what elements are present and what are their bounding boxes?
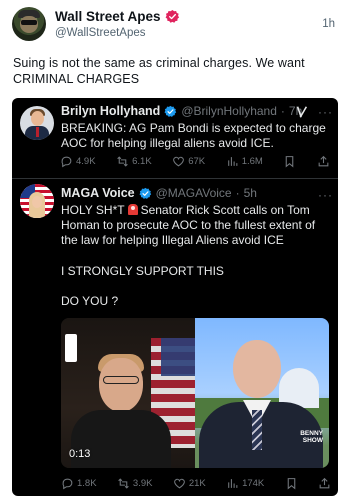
author-handle[interactable]: @WallStreetApes xyxy=(55,27,146,39)
like-count: 67K xyxy=(188,156,206,167)
repost-count: 6.1K xyxy=(132,156,152,167)
speaker-face xyxy=(99,358,143,412)
show-badge: BENNY SHOW xyxy=(300,430,323,444)
avatar-head xyxy=(31,111,44,126)
flag-canton xyxy=(161,338,195,376)
bookmark-icon xyxy=(286,156,294,168)
quote1-header: Brilyn Hollyhand @BrilynHollyhand · 7h xyxy=(61,104,302,118)
like-button[interactable]: 67K xyxy=(172,155,205,168)
quote2-handle[interactable]: @MAGAVoice xyxy=(156,186,232,200)
repost-button[interactable]: 3.9K xyxy=(117,477,153,490)
grok-icon[interactable] xyxy=(295,105,309,119)
senator-tie xyxy=(252,410,262,450)
quote2-action-bar: 1.8K 3.9K 21K 174K xyxy=(61,477,331,490)
avatar-glasses xyxy=(21,20,37,25)
share-icon xyxy=(319,477,330,489)
share-icon xyxy=(318,155,329,167)
reply-count: 4.9K xyxy=(76,156,96,167)
quote1-avatar[interactable] xyxy=(20,106,54,140)
verified-badge-icon xyxy=(164,105,177,117)
author-display-name[interactable]: Wall Street Apes xyxy=(55,9,161,24)
repost-icon xyxy=(118,478,129,489)
views-icon xyxy=(227,157,238,166)
verified-badge-icon xyxy=(165,9,179,23)
author-avatar[interactable] xyxy=(12,7,46,41)
more-options-icon[interactable]: ··· xyxy=(318,106,332,118)
post-timestamp[interactable]: 1h xyxy=(322,18,335,30)
more-options-icon[interactable]: ··· xyxy=(318,189,332,201)
views-button[interactable]: 174K xyxy=(226,477,264,490)
siren-icon xyxy=(127,204,138,215)
repost-icon xyxy=(117,156,128,167)
like-button[interactable]: 21K xyxy=(173,477,206,490)
senator-face xyxy=(233,340,281,398)
video-left-panel xyxy=(61,318,195,468)
quote2-display-name[interactable]: MAGA Voice xyxy=(61,186,135,200)
tweet: Wall Street Apes @WallStreetApes 1h Suin… xyxy=(0,0,349,500)
quote2-avatar[interactable] xyxy=(20,184,54,218)
quote2-separator: · xyxy=(235,186,240,200)
repost-button[interactable]: 6.1K xyxy=(116,155,152,168)
channel-logo xyxy=(65,334,77,362)
views-icon xyxy=(228,479,238,488)
views-count: 174K xyxy=(242,478,265,489)
avatar-tie xyxy=(36,127,39,137)
reply-icon xyxy=(61,156,72,168)
quote2-text-question: DO YOU ? xyxy=(61,293,119,308)
speaker-glasses xyxy=(103,376,139,384)
heart-icon xyxy=(173,478,185,489)
reply-button[interactable]: 4.9K xyxy=(60,155,96,168)
bookmark-button[interactable] xyxy=(283,155,296,168)
quote2-text: HOLY SH*T Senator Rick Scott calls on Tom… xyxy=(61,203,331,309)
bookmark-icon xyxy=(287,478,295,490)
reply-count: 1.8K xyxy=(77,478,97,489)
author-name-row: Wall Street Apes xyxy=(55,9,180,24)
quote1-handle[interactable]: @BrilynHollyhand xyxy=(181,104,277,118)
heart-icon xyxy=(173,156,185,167)
video-player[interactable]: BENNY SHOW 0:13 xyxy=(61,318,329,468)
quote1-text: BREAKING: AG Pam Bondi is expected to ch… xyxy=(61,121,326,151)
views-button[interactable]: 1.6M xyxy=(226,155,263,168)
quote2-text-lead: HOLY SH*T xyxy=(61,203,125,217)
quote1-action-bar: 4.9K 6.1K 67K 1.6M xyxy=(60,155,330,168)
quote2-text-support: I STRONGLY SUPPORT THIS xyxy=(61,263,224,278)
quote1-display-name[interactable]: Brilyn Hollyhand xyxy=(61,104,160,118)
verified-badge-icon xyxy=(139,187,151,199)
share-button[interactable] xyxy=(318,477,331,490)
quote2-timestamp[interactable]: 5h xyxy=(244,186,257,200)
reply-button[interactable]: 1.8K xyxy=(61,477,97,490)
quote2-header: MAGA Voice @MAGAVoice · 5h xyxy=(61,186,257,200)
bookmark-button[interactable] xyxy=(285,477,298,490)
repost-count: 3.9K xyxy=(132,478,153,489)
views-count: 1.6M xyxy=(241,156,263,167)
share-button[interactable] xyxy=(317,155,330,168)
quote1-separator: · xyxy=(280,104,285,118)
thread-divider xyxy=(12,178,338,179)
like-count: 21K xyxy=(188,478,206,489)
reply-icon xyxy=(62,478,73,490)
post-text: Suing is not the same as criminal charge… xyxy=(13,56,305,86)
avatar-face xyxy=(32,196,42,208)
video-right-panel: BENNY SHOW xyxy=(195,318,329,468)
quoted-thread-card[interactable]: Brilyn Hollyhand @BrilynHollyhand · 7h ·… xyxy=(12,98,338,496)
video-duration: 0:13 xyxy=(69,448,91,460)
